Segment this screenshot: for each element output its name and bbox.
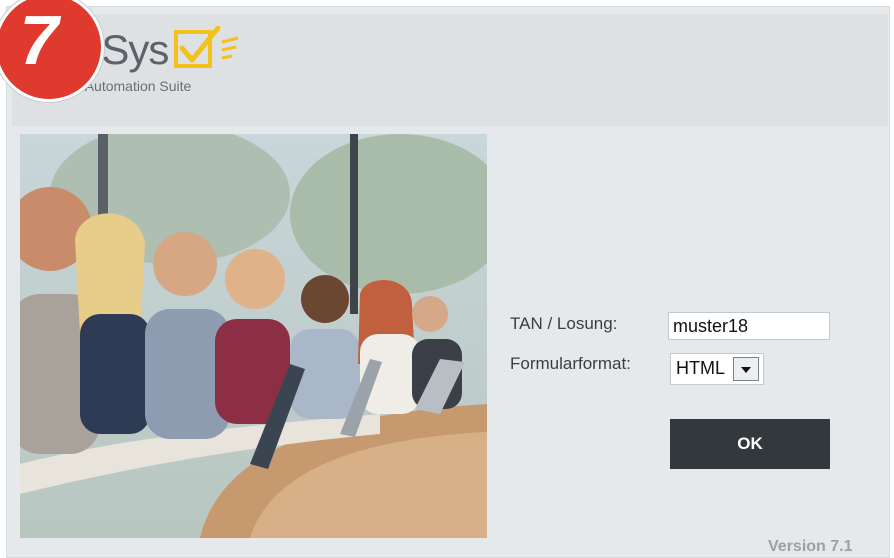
version-label: Version 7.1: [768, 538, 853, 555]
step-number: 7: [19, 1, 59, 79]
tan-label: TAN / Losung:: [510, 314, 618, 333]
lecture-hall-students-photo: [20, 134, 487, 538]
checkmark-logo-icon: [174, 26, 239, 68]
format-select-value: HTML: [676, 358, 725, 378]
format-label: Formularformat:: [510, 354, 631, 373]
chevron-down-icon[interactable]: [733, 357, 759, 381]
ok-button[interactable]: OK: [670, 419, 830, 469]
format-select[interactable]: HTML: [670, 353, 764, 385]
tan-input[interactable]: [668, 312, 830, 340]
lecture-hall-photo: [20, 134, 487, 538]
